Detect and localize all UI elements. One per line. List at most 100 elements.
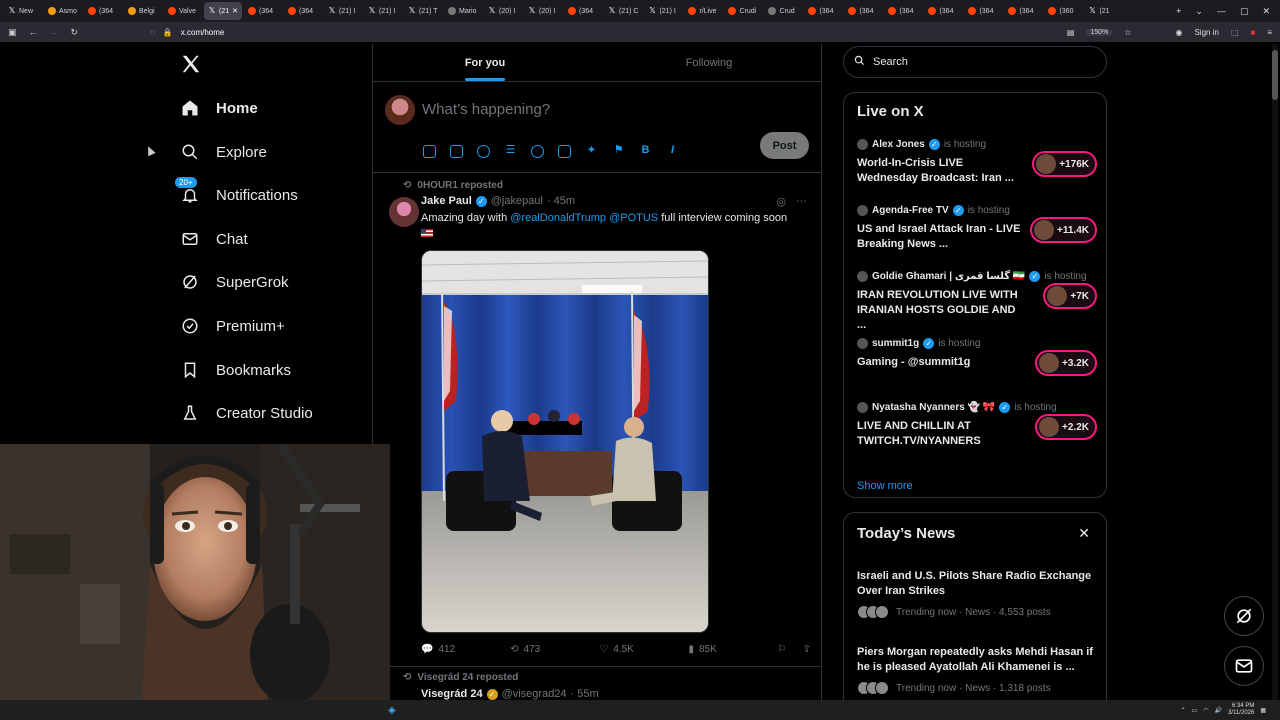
nav-notifications[interactable]: 20+ Notifications bbox=[175, 177, 298, 209]
browser-tab[interactable]: 𝕏 (21) I bbox=[324, 2, 362, 20]
repost-button[interactable]: ⟲ 473 bbox=[510, 644, 599, 655]
clock[interactable]: 6:34 PM 3/11/2026 bbox=[1228, 703, 1254, 717]
browser-tab[interactable]: Crud bbox=[764, 2, 802, 20]
url-bar[interactable]: ◌ 🔒 x.com/home bbox=[150, 24, 1055, 40]
browser-tab[interactable]: (364 bbox=[844, 2, 882, 20]
network-icon[interactable]: ▭ bbox=[1192, 707, 1198, 714]
tweet-author-avatar[interactable] bbox=[389, 197, 419, 227]
listener-count-pill[interactable]: +7K bbox=[1043, 283, 1097, 309]
edge-app-icon[interactable]: ◈ bbox=[388, 705, 396, 716]
browser-tab[interactable]: 𝕏 (21) I bbox=[644, 2, 682, 20]
bookmark-icon[interactable]: ⚐ bbox=[778, 644, 787, 655]
more-icon[interactable]: ··· bbox=[796, 195, 807, 208]
browser-tab[interactable]: (364 bbox=[564, 2, 602, 20]
mention-link[interactable]: @POTUS bbox=[609, 212, 658, 224]
browser-tab[interactable]: Mario bbox=[444, 2, 482, 20]
tab-list-icon[interactable]: ⌄ bbox=[1195, 6, 1203, 17]
live-item[interactable]: Goldie Ghamari | گلسا قمری 🇮🇷 ✓ is hosting… bbox=[857, 269, 1097, 333]
tab-for-you[interactable]: For you bbox=[373, 44, 597, 81]
browser-tab[interactable]: Asmo bbox=[44, 2, 82, 20]
views-button[interactable]: ▮ 85K bbox=[688, 644, 777, 655]
schedule-icon[interactable] bbox=[558, 145, 571, 158]
browser-tab[interactable]: 𝕏 (21 ✕ bbox=[204, 2, 242, 20]
browser-tab[interactable]: 𝕏 (21) I bbox=[364, 2, 402, 20]
host-name[interactable]: Agenda-Free TV bbox=[872, 205, 949, 216]
minimize-icon[interactable]: — bbox=[1217, 6, 1226, 17]
like-button[interactable]: ♡ 4.5K bbox=[599, 644, 688, 655]
italic-icon[interactable]: I bbox=[666, 145, 679, 158]
tweet-photo[interactable] bbox=[421, 250, 709, 633]
zoom-level-badge[interactable]: 150% bbox=[1086, 28, 1113, 36]
live-item[interactable]: Alex Jones ✓ is hosting World-In-Crisis LIV… bbox=[857, 137, 1097, 186]
browser-tab[interactable]: 𝕏 (21) T bbox=[404, 2, 442, 20]
sign-in-link[interactable]: Sign in bbox=[1194, 28, 1218, 37]
bookmark-star-icon[interactable]: ☆ bbox=[1124, 28, 1131, 37]
browser-tab[interactable]: Valve bbox=[164, 2, 202, 20]
grok-fab-button[interactable] bbox=[1224, 596, 1264, 636]
page-scrollbar[interactable] bbox=[1272, 44, 1278, 700]
composer-input[interactable]: What’s happening? bbox=[422, 101, 550, 118]
bold-icon[interactable]: B bbox=[639, 145, 652, 158]
browser-tab[interactable]: 𝕏 (21) C bbox=[604, 2, 642, 20]
reader-view-icon[interactable]: ▤ bbox=[1067, 28, 1075, 37]
live-item[interactable]: summit1g ✓ is hosting Gaming - @summit1g +3.… bbox=[857, 336, 1097, 376]
news-item[interactable]: Israeli and U.S. Pilots Share Radio Exch… bbox=[857, 569, 1097, 619]
new-tab-icon[interactable]: + bbox=[1176, 6, 1181, 17]
news-item[interactable]: Piers Morgan repeatedly asks Mehdi Hasan… bbox=[857, 645, 1097, 695]
browser-tab[interactable]: (364 bbox=[924, 2, 962, 20]
back-icon[interactable]: ← bbox=[29, 27, 38, 37]
reply-button[interactable]: 💬 412 bbox=[421, 644, 510, 655]
browser-tab[interactable]: (364 bbox=[84, 2, 122, 20]
host-name[interactable]: Alex Jones bbox=[872, 139, 925, 150]
tweet-author-handle[interactable]: @jakepaul bbox=[491, 195, 543, 207]
listener-count-pill[interactable]: +11.4K bbox=[1030, 217, 1097, 243]
wifi-icon[interactable]: ◠ bbox=[1203, 707, 1208, 714]
lock-icon[interactable]: 🔒 bbox=[163, 28, 173, 37]
tracking-shield-icon[interactable]: ◌ bbox=[150, 28, 155, 37]
flag-icon[interactable]: ⚑ bbox=[612, 145, 625, 158]
menu-icon[interactable]: ≡ bbox=[1267, 28, 1272, 37]
emoji-icon[interactable] bbox=[531, 145, 544, 158]
tweet-time[interactable]: · 45m bbox=[547, 195, 575, 207]
browser-tab[interactable]: (364 bbox=[1004, 2, 1042, 20]
browser-tab[interactable]: Crudi bbox=[724, 2, 762, 20]
sidebar-toggle-icon[interactable]: ▣ bbox=[8, 27, 17, 38]
x-logo-icon[interactable] bbox=[180, 53, 202, 82]
close-window-icon[interactable]: ✕ bbox=[1262, 6, 1270, 17]
tweet-author-name[interactable]: Visegrád 24 bbox=[421, 688, 483, 700]
forward-icon[interactable]: → bbox=[50, 27, 59, 37]
browser-tab[interactable]: (364 bbox=[964, 2, 1002, 20]
listener-count-pill[interactable]: +3.2K bbox=[1035, 350, 1097, 376]
mention-link[interactable]: @realDonaldTrump bbox=[510, 212, 606, 224]
browser-tab[interactable]: 𝕏 (20) I bbox=[524, 2, 562, 20]
grok-explain-icon[interactable]: ◎ bbox=[776, 195, 786, 208]
tweet-author-name[interactable]: Jake Paul bbox=[421, 195, 472, 207]
host-name[interactable]: Nyatasha Nyanners 👻 🎀 bbox=[872, 402, 995, 413]
poll-icon[interactable]: ☰ bbox=[504, 145, 517, 158]
listener-count-pill[interactable]: +176K bbox=[1032, 151, 1097, 177]
gif-icon[interactable] bbox=[450, 145, 463, 158]
repost-by-label[interactable]: 0HOUR1 reposted bbox=[417, 180, 503, 191]
host-name[interactable]: summit1g bbox=[872, 338, 919, 349]
maximize-icon[interactable]: ▢ bbox=[1240, 6, 1249, 17]
live-item[interactable]: Agenda-Free TV ✓ is hosting US and Israel A… bbox=[857, 203, 1097, 252]
browser-tab[interactable]: (364 bbox=[884, 2, 922, 20]
tray-chevron-icon[interactable]: ⌃ bbox=[1181, 707, 1186, 714]
tweet-time[interactable]: · 55m bbox=[571, 688, 599, 700]
scrollbar-thumb[interactable] bbox=[1272, 50, 1278, 100]
tab-following[interactable]: Following bbox=[597, 44, 821, 81]
nav-home[interactable]: Home bbox=[180, 94, 258, 122]
host-name[interactable]: Goldie Ghamari | گلسا قمری 🇮🇷 bbox=[872, 271, 1025, 282]
notification-center-icon[interactable]: ▦ bbox=[1260, 707, 1266, 714]
grok-image-icon[interactable] bbox=[477, 145, 490, 158]
browser-tab[interactable]: Belgi bbox=[124, 2, 162, 20]
browser-tab[interactable]: r/Live bbox=[684, 2, 722, 20]
browser-tab[interactable]: (360 bbox=[1044, 2, 1082, 20]
media-icon[interactable] bbox=[423, 145, 436, 158]
search-input[interactable]: Search bbox=[843, 46, 1107, 78]
nav-explore[interactable]: Explore bbox=[180, 138, 267, 166]
post-button[interactable]: Post bbox=[760, 132, 809, 159]
browser-tab[interactable]: (364 bbox=[284, 2, 322, 20]
tweet-author-handle[interactable]: @visegrad24 bbox=[502, 688, 567, 700]
user-avatar[interactable] bbox=[385, 95, 415, 125]
